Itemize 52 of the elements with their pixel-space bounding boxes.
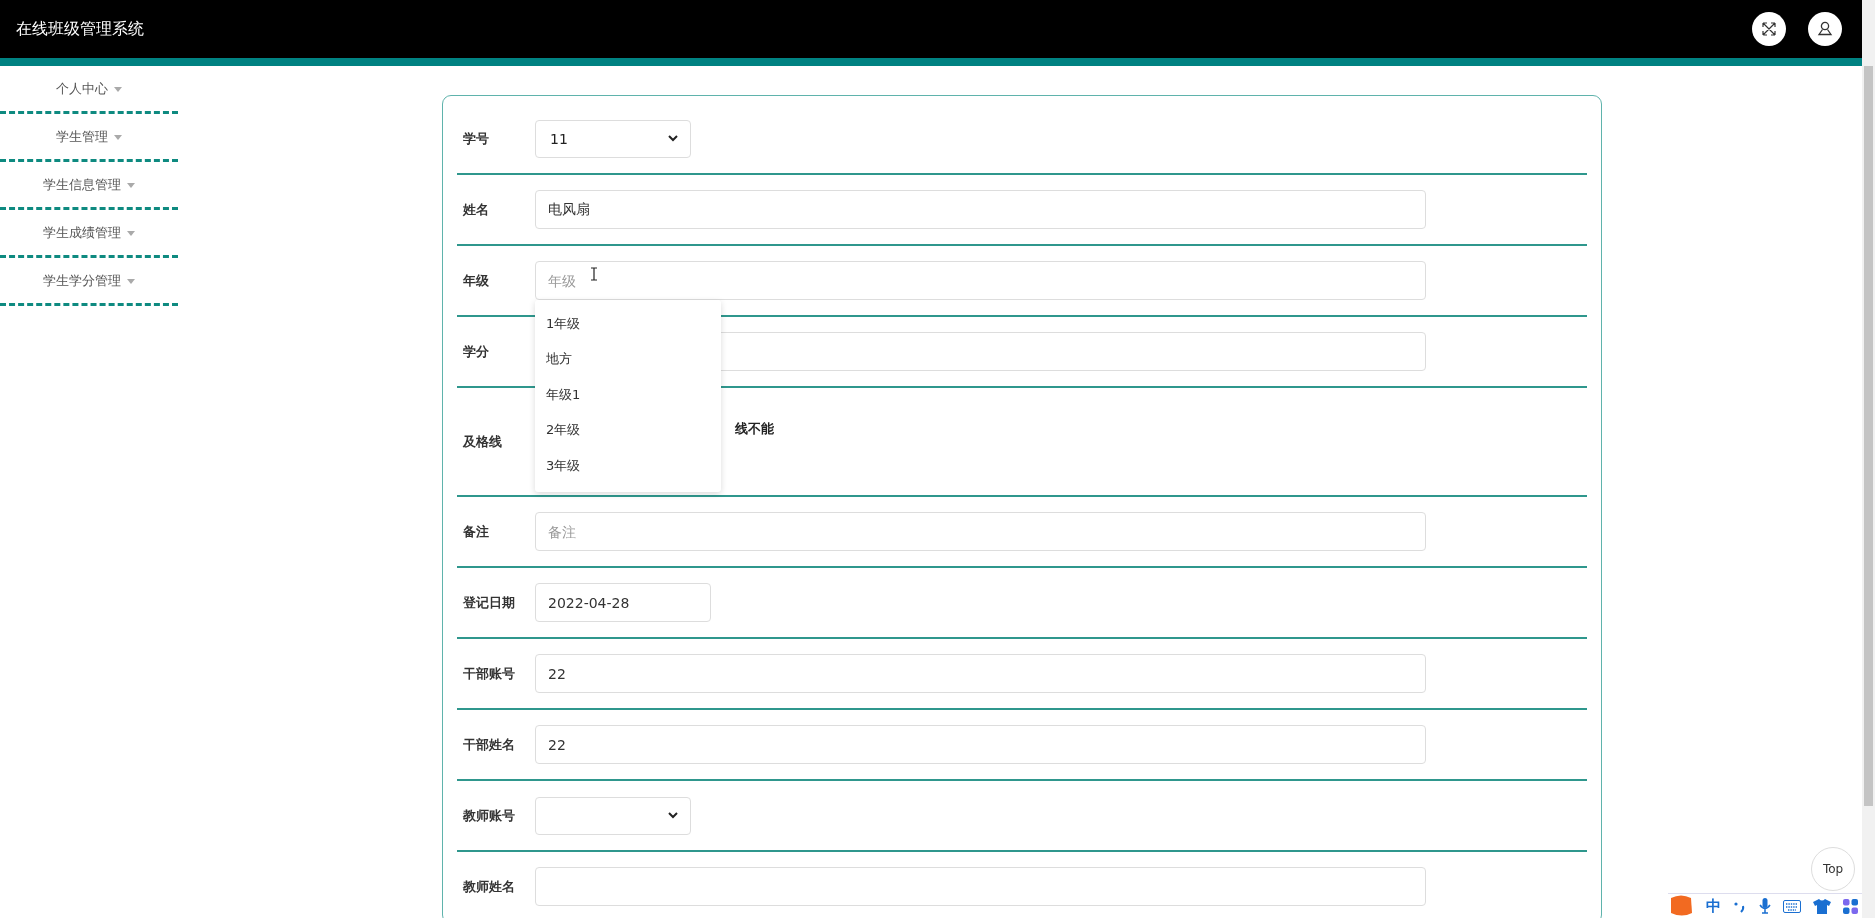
date-field[interactable]: 2022-04-28 xyxy=(535,583,711,622)
scrollbar[interactable] xyxy=(1862,0,1875,918)
sidebar-menu-item[interactable]: 学生成绩管理 xyxy=(0,210,178,258)
caret-icon xyxy=(114,87,122,92)
ime-logo-icon xyxy=(1668,895,1694,917)
fullscreen-button[interactable] xyxy=(1752,12,1786,46)
suggestion-option[interactable]: 1年级 xyxy=(535,306,721,342)
text-field[interactable]: 22 xyxy=(535,654,1426,693)
user-icon xyxy=(1816,20,1834,38)
field-label: 备注 xyxy=(462,522,490,541)
sidebar-menu-item[interactable]: 个人中心 xyxy=(0,66,178,114)
chevron-down-icon xyxy=(668,135,678,142)
field-label: 干部姓名 xyxy=(462,735,516,754)
field-label: 教师账号 xyxy=(462,806,516,825)
fullscreen-icon xyxy=(1761,21,1777,37)
sidebar-menu-item[interactable]: 学生学分管理 xyxy=(0,258,178,306)
suggestion-option[interactable]: 年级1 xyxy=(535,377,721,413)
input-mode-toggle[interactable]: 中 xyxy=(1706,896,1721,916)
shirt-icon[interactable] xyxy=(1813,898,1831,914)
suggestion-option[interactable]: 2年级 xyxy=(535,412,721,448)
field-label: 姓名 xyxy=(462,200,490,219)
chevron-down-icon xyxy=(668,812,678,819)
sidebar-menu-item[interactable]: 学生管理 xyxy=(0,114,178,162)
text-field[interactable] xyxy=(535,867,1426,906)
text-field[interactable]: 年级 xyxy=(535,261,1426,300)
text-field[interactable]: 电风扇 xyxy=(535,190,1426,229)
field-label: 干部账号 xyxy=(462,664,516,683)
suggestion-option[interactable]: 3年级 xyxy=(535,448,721,484)
text-field[interactable]: 备注 xyxy=(535,512,1426,551)
field-label: 年级 xyxy=(462,271,490,290)
sidebar-menu-item[interactable]: 学生信息管理 xyxy=(0,162,178,210)
field-label: 学号 xyxy=(462,129,490,148)
microphone-icon[interactable] xyxy=(1759,898,1771,914)
user-button[interactable] xyxy=(1808,12,1842,46)
caret-icon xyxy=(127,279,135,284)
field-label: 及格线 xyxy=(462,432,503,451)
apps-grid-icon[interactable] xyxy=(1843,898,1858,914)
field-label: 学分 xyxy=(462,342,490,361)
suggestion-option[interactable]: 地方 xyxy=(535,341,721,377)
pass-line-note: 线不能 xyxy=(735,419,774,438)
text-field[interactable]: 22 xyxy=(535,725,1426,764)
back-to-top-button[interactable]: Top xyxy=(1811,847,1855,891)
app-title: 在线班级管理系统 xyxy=(16,18,144,40)
select-field[interactable]: 11 xyxy=(535,119,691,158)
select-field[interactable] xyxy=(535,796,691,835)
keyboard-icon[interactable] xyxy=(1783,899,1801,913)
field-label: 登记日期 xyxy=(462,593,516,612)
caret-icon xyxy=(127,231,135,236)
text-cursor-icon xyxy=(590,267,598,281)
field-label: 教师姓名 xyxy=(462,877,516,896)
caret-icon xyxy=(114,135,122,140)
caret-icon xyxy=(127,183,135,188)
